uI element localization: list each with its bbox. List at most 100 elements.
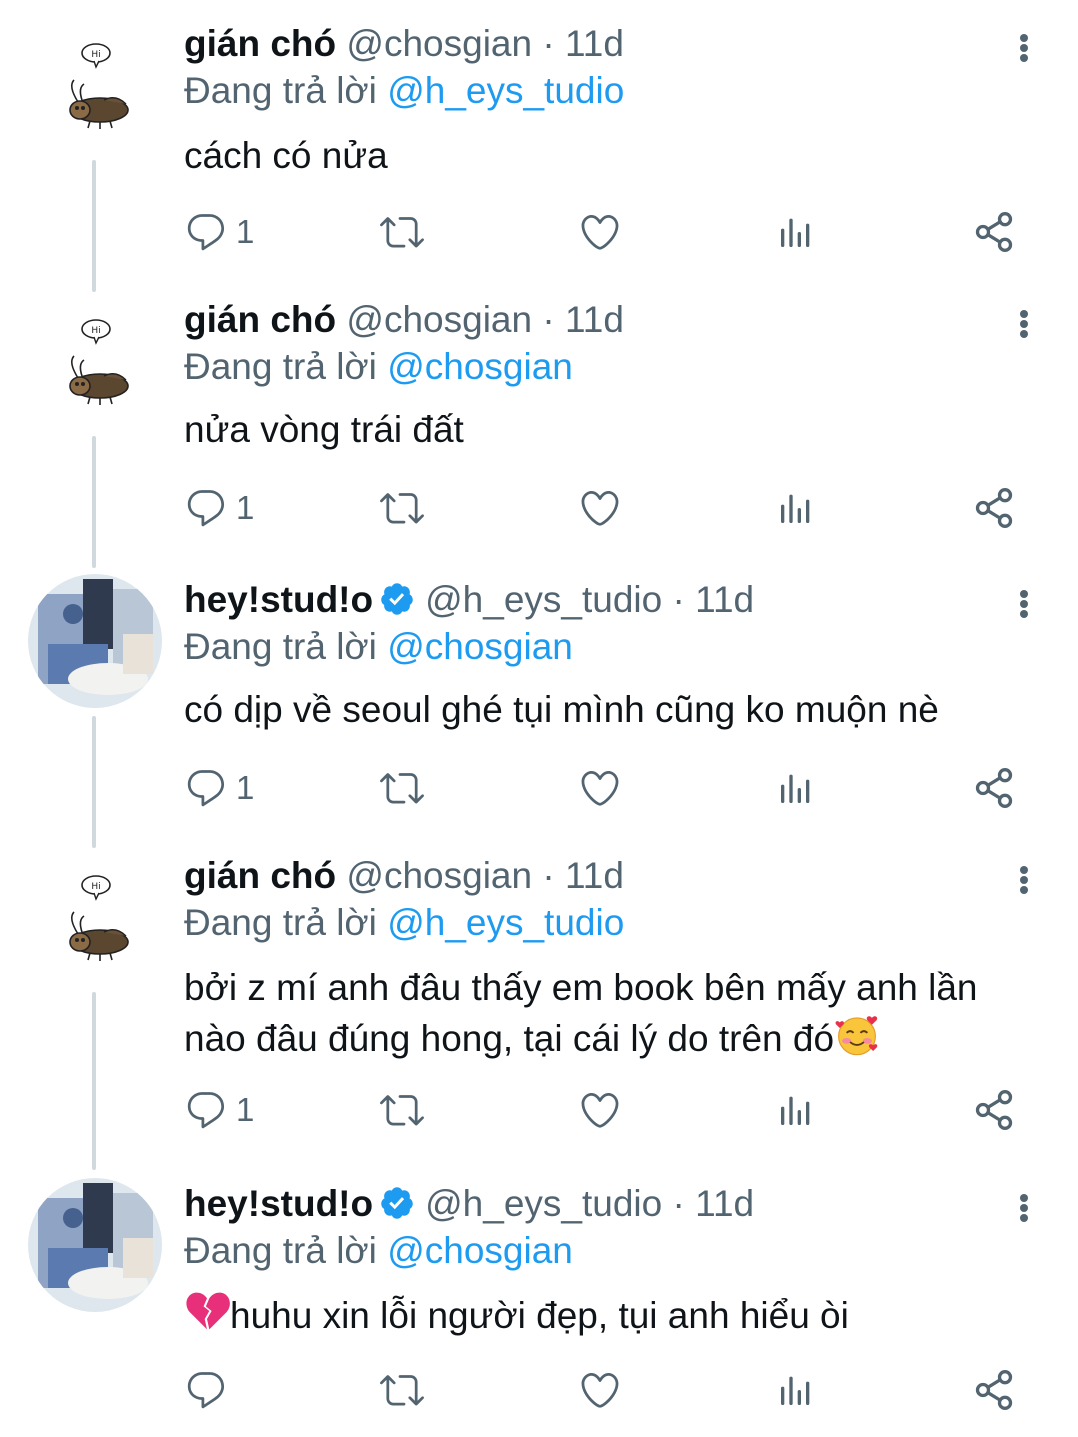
reply-count: 1 [236,213,255,250]
more-options-icon[interactable] [1006,28,1042,68]
more-options-icon[interactable] [1006,860,1042,900]
avatar[interactable] [60,42,132,130]
handle[interactable]: @chosgian [346,855,532,896]
verified-badge-icon [379,581,415,617]
reply-button[interactable]: 1 [184,766,254,810]
tweet-text: bởi z mí anh đâu thấy em book bên mấy an… [184,964,1044,1062]
heart-icon [578,1088,622,1132]
action-bar: 1 [184,486,1034,530]
display-name[interactable]: gián chó [184,855,336,896]
replying-prefix: Đang trả lời [184,70,377,111]
action-bar [184,1368,1034,1412]
reply-count: 1 [236,769,255,806]
like-button[interactable] [578,1368,622,1412]
more-options-icon[interactable] [1006,304,1042,344]
share-button[interactable] [972,1088,1016,1132]
share-icon [972,486,1016,530]
timestamp[interactable]: 11d [565,299,624,340]
share-button[interactable] [972,486,1016,530]
retweet-button[interactable] [380,1088,424,1132]
timestamp[interactable]: 11d [695,1183,754,1224]
retweet-button[interactable] [380,486,424,530]
reply-button[interactable]: 1 [184,1088,254,1132]
share-button[interactable] [972,210,1016,254]
avatar[interactable] [28,1178,162,1312]
stats-icon [776,1368,816,1412]
action-bar: 1 [184,210,1034,254]
action-bar: 1 [184,1088,1034,1132]
handle[interactable]: @chosgian [346,23,532,64]
handle[interactable]: @h_eys_tudio [425,579,662,620]
mention-link[interactable]: @h_eys_tudio [387,70,624,111]
retweet-icon [380,1368,424,1412]
tweet-text: huhu xin lỗi người đẹp, tụi anh hiểu òi [184,1288,1044,1339]
share-icon [972,1368,1016,1412]
replying-to: Đang trả lời @chosgian [184,1228,573,1274]
avatar[interactable] [28,574,162,708]
analytics-button[interactable] [776,210,816,254]
handle[interactable]: @h_eys_tudio [425,1183,662,1224]
retweet-icon [380,486,424,530]
separator-dot: · [672,1183,685,1224]
mention-link[interactable]: @h_eys_tudio [387,902,624,943]
stats-icon [776,486,816,530]
tweet[interactable]: hey!stud!o @h_eys_tudio · 11d Đang trả lờ… [0,578,1078,848]
mention-link[interactable]: @chosgian [387,1230,573,1271]
retweet-button[interactable] [380,1368,424,1412]
like-button[interactable] [578,210,622,254]
mention-link[interactable]: @chosgian [387,626,573,667]
smiling-face-with-hearts-icon [834,1011,880,1057]
display-name[interactable]: hey!stud!o [184,579,373,620]
tweet[interactable]: hey!stud!o @h_eys_tudio · 11d Đang trả lờ… [0,1182,1078,1432]
timestamp[interactable]: 11d [695,579,754,620]
display-name[interactable]: gián chó [184,299,336,340]
analytics-button[interactable] [776,486,816,530]
separator-dot: · [542,855,555,896]
reply-icon [184,1088,228,1132]
handle[interactable]: @chosgian [346,299,532,340]
share-button[interactable] [972,1368,1016,1412]
tweet-header: gián chó @chosgian · 11d [184,22,624,66]
tweet-text: cách có nửa [184,135,388,176]
reply-icon [184,210,228,254]
tweet-header: hey!stud!o @h_eys_tudio · 11d [184,1182,754,1226]
display-name[interactable]: hey!stud!o [184,1183,373,1224]
like-button[interactable] [578,1088,622,1132]
stats-icon [776,766,816,810]
reply-button[interactable]: 1 [184,210,254,254]
heart-icon [578,1368,622,1412]
mention-link[interactable]: @chosgian [387,346,573,387]
display-name[interactable]: gián chó [184,23,336,64]
separator-dot: · [542,299,555,340]
analytics-button[interactable] [776,1368,816,1412]
avatar[interactable] [60,874,132,962]
retweet-button[interactable] [380,766,424,810]
like-button[interactable] [578,486,622,530]
retweet-icon [380,766,424,810]
tweet-text: nửa vòng trái đất [184,409,464,450]
timestamp[interactable]: 11d [565,855,624,896]
tweet[interactable]: gián chó @chosgian · 11d Đang trả lời @h… [0,854,1078,1170]
reply-icon [184,486,228,530]
tweet-text: có dịp về seoul ghé tụi mình cũng ko muộ… [184,689,939,730]
avatar[interactable] [60,318,132,406]
more-options-icon[interactable] [1006,1188,1042,1228]
tweet[interactable]: gián chó @chosgian · 11d Đang trả lời @h… [0,22,1078,292]
reply-count: 1 [236,1091,255,1128]
replying-to: Đang trả lời @chosgian [184,344,573,390]
analytics-button[interactable] [776,1088,816,1132]
replying-prefix: Đang trả lời [184,1230,377,1271]
tweet-header: gián chó @chosgian · 11d [184,298,624,342]
reply-button[interactable] [184,1368,228,1412]
share-button[interactable] [972,766,1016,810]
replying-to: Đang trả lời @chosgian [184,624,573,670]
stats-icon [776,1088,816,1132]
tweet[interactable]: gián chó @chosgian · 11d Đang trả lời @c… [0,298,1078,568]
retweet-button[interactable] [380,210,424,254]
analytics-button[interactable] [776,766,816,810]
heart-icon [578,766,622,810]
reply-button[interactable]: 1 [184,486,254,530]
more-options-icon[interactable] [1006,584,1042,624]
like-button[interactable] [578,766,622,810]
timestamp[interactable]: 11d [565,23,624,64]
